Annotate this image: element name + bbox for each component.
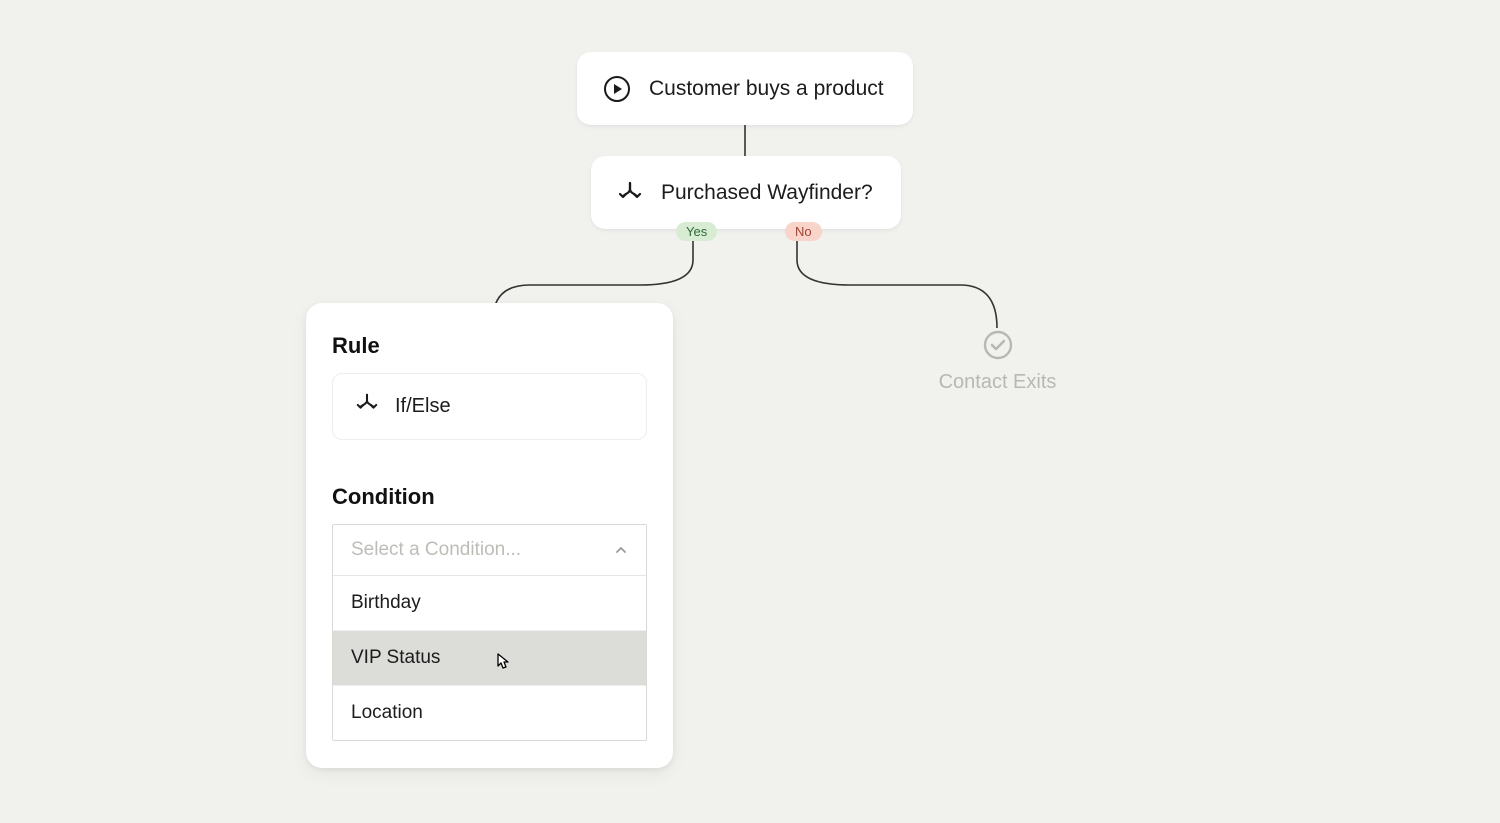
condition-options-list: BirthdayVIP StatusLocation <box>333 576 646 740</box>
condition-option[interactable]: Birthday <box>333 576 646 630</box>
contact-exits-node: Contact Exits <box>935 328 1060 394</box>
workflow-canvas[interactable]: { "nodes": { "trigger": { "label": "Cust… <box>0 0 1500 823</box>
decision-label: Purchased Wayfinder? <box>661 181 873 205</box>
exit-label: Contact Exits <box>935 371 1060 394</box>
pointer-cursor-icon <box>490 649 516 681</box>
condition-placeholder: Select a Condition... <box>351 539 521 561</box>
rule-section-title: Rule <box>332 333 647 359</box>
check-circle-icon <box>981 328 1015 362</box>
trigger-label: Customer buys a product <box>649 77 884 101</box>
branch-no-pill: No <box>785 222 822 241</box>
split-icon <box>617 180 643 206</box>
condition-option[interactable]: Location <box>333 685 646 740</box>
trigger-node[interactable]: Customer buys a product <box>577 52 913 125</box>
rule-type-box[interactable]: If/Else <box>332 373 647 440</box>
rule-type-label: If/Else <box>395 395 451 418</box>
play-circle-icon <box>603 75 631 103</box>
rule-config-panel: Rule If/Else Condition Select a Conditio… <box>306 303 673 768</box>
condition-select[interactable]: Select a Condition... BirthdayVIP Status… <box>332 524 647 741</box>
decision-node[interactable]: Purchased Wayfinder? <box>591 156 901 229</box>
condition-section-title: Condition <box>332 484 647 510</box>
chevron-up-icon <box>614 543 628 557</box>
condition-select-header[interactable]: Select a Condition... <box>333 525 646 576</box>
condition-option[interactable]: VIP Status <box>333 630 646 685</box>
branch-yes-pill: Yes <box>676 222 717 241</box>
split-icon <box>355 392 379 421</box>
